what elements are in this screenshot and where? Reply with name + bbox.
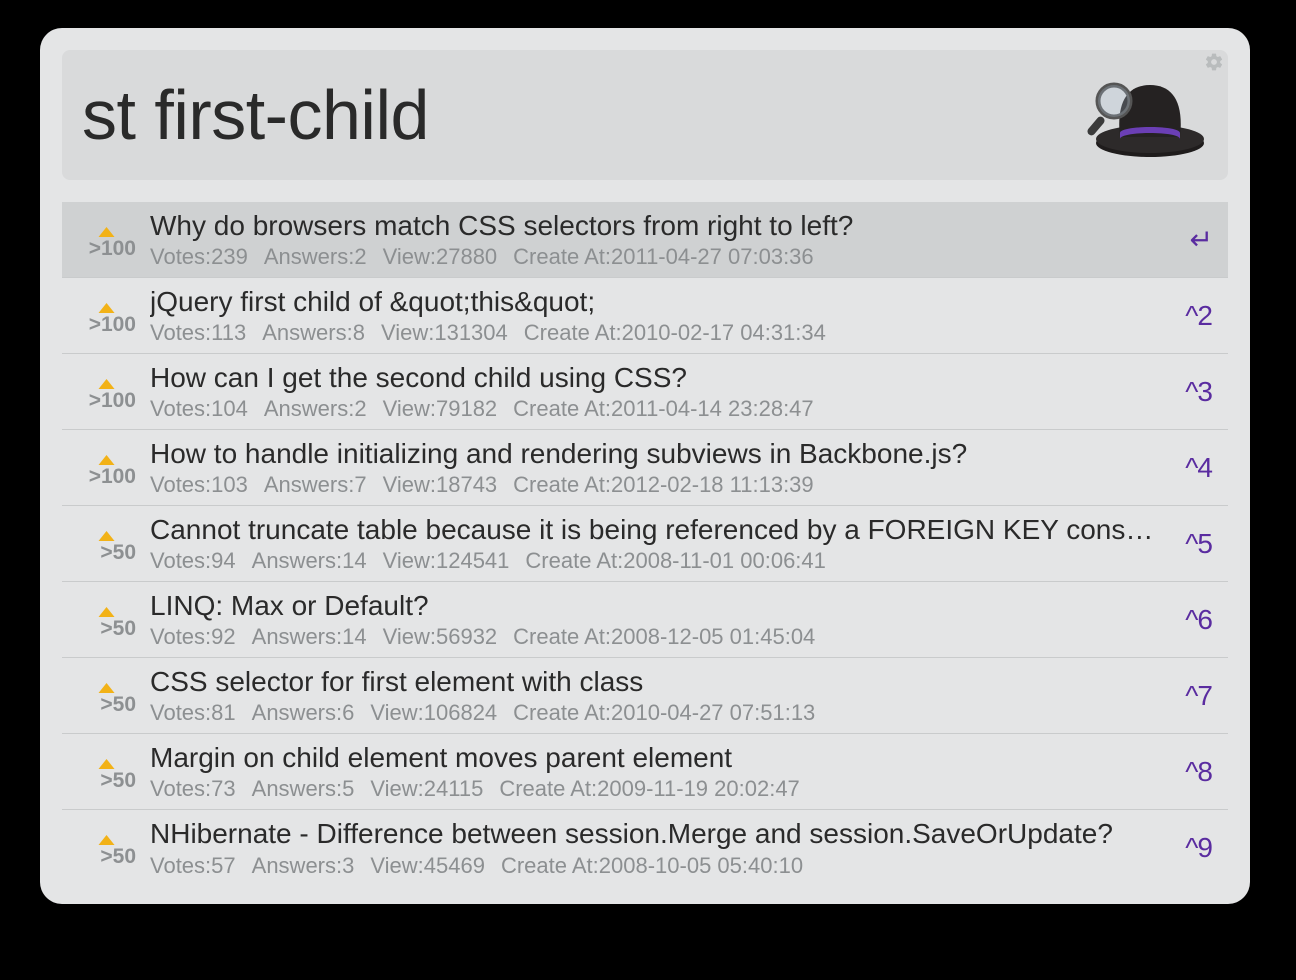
vote-badge: >50 [66, 675, 140, 717]
vote-badge: >50 [66, 599, 140, 641]
vote-badge: >100 [66, 447, 140, 489]
upvote-icon [99, 531, 115, 541]
result-title: Why do browsers match CSS selectors from… [150, 209, 1160, 243]
result-row[interactable]: >50 NHibernate - Difference between sessi… [62, 810, 1228, 886]
result-content: jQuery first child of &quot;this&quot;Vo… [140, 285, 1170, 347]
result-content: How to handle initializing and rendering… [140, 437, 1170, 499]
vote-badge-count: >50 [66, 541, 136, 565]
result-content: Cannot truncate table because it is bein… [140, 513, 1170, 575]
result-meta: Votes:81Answers:6View:106824Create At:20… [150, 700, 1160, 726]
upvote-icon [99, 379, 115, 389]
shortcut-label: ^5 [1170, 528, 1218, 560]
enter-key-icon: ↵ [1170, 223, 1218, 256]
shortcut-label: ^3 [1170, 376, 1218, 408]
result-content: Margin on child element moves parent ele… [140, 741, 1170, 803]
alfred-hat-icon [1078, 65, 1208, 165]
upvote-icon [99, 835, 115, 845]
shortcut-label: ^7 [1170, 680, 1218, 712]
alfred-panel: >100 Why do browsers match CSS selectors … [40, 28, 1250, 904]
shortcut-label: ^4 [1170, 452, 1218, 484]
result-row[interactable]: >100jQuery first child of &quot;this&quo… [62, 278, 1228, 354]
result-meta: Votes:73Answers:5View:24115Create At:200… [150, 776, 1160, 802]
upvote-icon [99, 607, 115, 617]
result-content: How can I get the second child using CSS… [140, 361, 1170, 423]
result-meta: Votes:103Answers:7View:18743Create At:20… [150, 472, 1160, 498]
shortcut-label: ^6 [1170, 604, 1218, 636]
vote-badge: >50 [66, 523, 140, 565]
result-title: NHibernate - Difference between session.… [150, 817, 1160, 851]
vote-badge-count: >50 [66, 845, 136, 869]
results-list: >100 Why do browsers match CSS selectors … [62, 202, 1228, 886]
vote-badge: >100 [66, 295, 140, 337]
result-content: CSS selector for first element with clas… [140, 665, 1170, 727]
shortcut-label: ^2 [1170, 300, 1218, 332]
result-row[interactable]: >100 Why do browsers match CSS selectors … [62, 202, 1228, 278]
result-row[interactable]: >50 Margin on child element moves parent … [62, 734, 1228, 810]
result-title: LINQ: Max or Default? [150, 589, 1160, 623]
result-content: LINQ: Max or Default?Votes:92Answers:14V… [140, 589, 1170, 651]
vote-badge-count: >100 [66, 313, 136, 337]
result-title: jQuery first child of &quot;this&quot; [150, 285, 1160, 319]
result-meta: Votes:104Answers:2View:79182Create At:20… [150, 396, 1160, 422]
vote-badge: >100 [66, 371, 140, 413]
result-row[interactable]: >100 How can I get the second child using… [62, 354, 1228, 430]
result-content: Why do browsers match CSS selectors from… [140, 209, 1170, 271]
search-input[interactable] [82, 75, 1060, 155]
result-meta: Votes:92Answers:14View:56932Create At:20… [150, 624, 1160, 650]
vote-badge-count: >100 [66, 389, 136, 413]
vote-badge-count: >100 [66, 465, 136, 489]
vote-badge-count: >100 [66, 237, 136, 261]
result-title: CSS selector for first element with clas… [150, 665, 1160, 699]
result-title: How can I get the second child using CSS… [150, 361, 1160, 395]
vote-badge: >50 [66, 827, 140, 869]
vote-badge-count: >50 [66, 769, 136, 793]
upvote-icon [99, 683, 115, 693]
result-meta: Votes:57Answers:3View:45469Create At:200… [150, 853, 1160, 879]
upvote-icon [99, 227, 115, 237]
result-row[interactable]: >50 Cannot truncate table because it is b… [62, 506, 1228, 582]
result-meta: Votes:239Answers:2View:27880Create At:20… [150, 244, 1160, 270]
shortcut-label: ^9 [1170, 832, 1218, 864]
shortcut-label: ^8 [1170, 756, 1218, 788]
search-row [62, 50, 1228, 180]
result-meta: Votes:113Answers:8View:131304Create At:2… [150, 320, 1160, 346]
result-content: NHibernate - Difference between session.… [140, 817, 1170, 879]
vote-badge-count: >50 [66, 617, 136, 641]
result-row[interactable]: >50LINQ: Max or Default?Votes:92Answers:… [62, 582, 1228, 658]
result-meta: Votes:94Answers:14View:124541Create At:2… [150, 548, 1160, 574]
vote-badge: >100 [66, 219, 140, 261]
upvote-icon [99, 455, 115, 465]
result-row[interactable]: >100 How to handle initializing and rende… [62, 430, 1228, 506]
vote-badge-count: >50 [66, 693, 136, 717]
upvote-icon [99, 303, 115, 313]
vote-badge: >50 [66, 751, 140, 793]
result-title: Margin on child element moves parent ele… [150, 741, 1160, 775]
result-row[interactable]: >50 CSS selector for first element with c… [62, 658, 1228, 734]
result-title: Cannot truncate table because it is bein… [150, 513, 1160, 547]
result-title: How to handle initializing and rendering… [150, 437, 1160, 471]
upvote-icon [99, 759, 115, 769]
